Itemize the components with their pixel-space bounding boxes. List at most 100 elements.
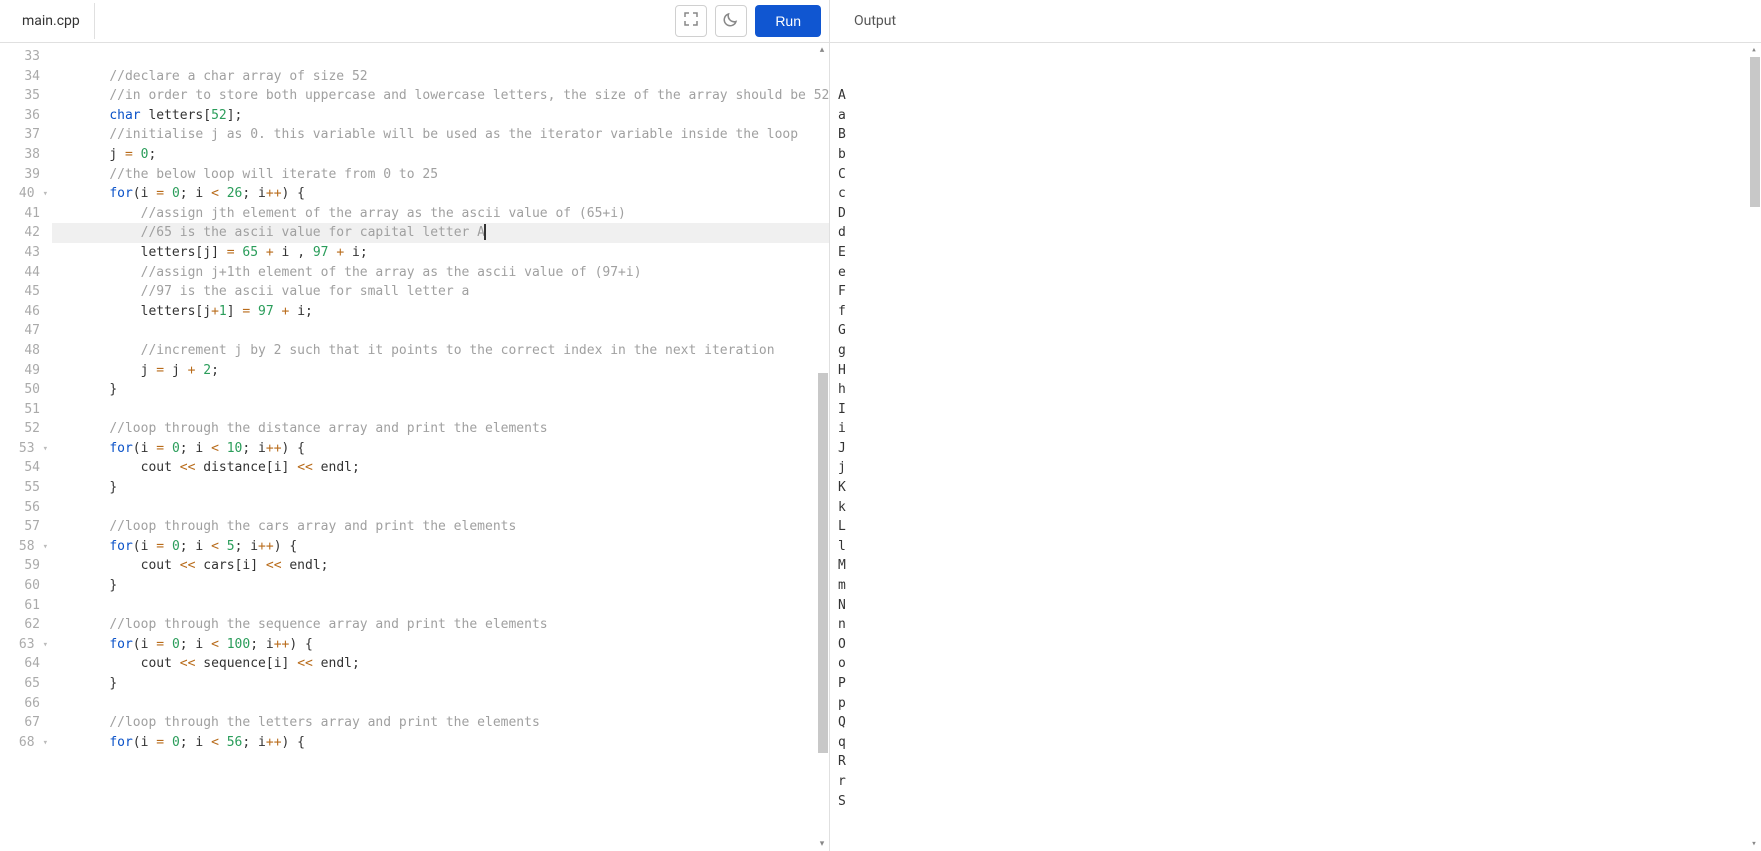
output-line: R	[838, 752, 1753, 772]
line-number: 62	[0, 615, 40, 635]
editor-panel: main.cpp Run 333435363738394041424344454…	[0, 0, 830, 851]
scroll-down-icon[interactable]: ▾	[1749, 839, 1759, 849]
code-line[interactable]	[52, 321, 829, 341]
code-line[interactable]: //in order to store both uppercase and l…	[52, 86, 829, 106]
output-line: I	[838, 400, 1753, 420]
output-line: r	[838, 772, 1753, 792]
code-line[interactable]: for(i = 0; i < 5; i++) {	[52, 537, 829, 557]
line-number: 50	[0, 380, 40, 400]
code-line[interactable]: //loop through the sequence array and pr…	[52, 615, 829, 635]
editor-scrollbar-thumb[interactable]	[818, 373, 828, 753]
output-line: b	[838, 145, 1753, 165]
text-cursor	[484, 224, 486, 240]
output-line: d	[838, 223, 1753, 243]
line-number-gutter: 3334353637383940414243444546474849505152…	[0, 43, 52, 851]
output-line: p	[838, 694, 1753, 714]
code-line[interactable]	[52, 694, 829, 714]
code-line[interactable]: //declare a char array of size 52	[52, 67, 829, 87]
output-scrollbar-thumb[interactable]	[1750, 57, 1760, 207]
code-line[interactable]: //initialise j as 0. this variable will …	[52, 125, 829, 145]
code-line[interactable]: //loop through the distance array and pr…	[52, 419, 829, 439]
app-container: main.cpp Run 333435363738394041424344454…	[0, 0, 1761, 851]
output-line: F	[838, 282, 1753, 302]
output-line: E	[838, 243, 1753, 263]
code-line[interactable]: //65 is the ascii value for capital lett…	[52, 223, 829, 243]
code-line[interactable]: //loop through the cars array and print …	[52, 517, 829, 537]
line-number: 43	[0, 243, 40, 263]
line-number: 68	[0, 733, 40, 753]
code-line[interactable]	[52, 498, 829, 518]
line-number: 65	[0, 674, 40, 694]
output-line: H	[838, 361, 1753, 381]
line-number: 61	[0, 596, 40, 616]
line-number: 60	[0, 576, 40, 596]
output-scrollbar[interactable]: ▴ ▾	[1747, 43, 1761, 851]
editor-scrollbar[interactable]: ▴ ▾	[815, 43, 829, 851]
code-line[interactable]: cout << sequence[i] << endl;	[52, 654, 829, 674]
code-line[interactable]: //increment j by 2 such that it points t…	[52, 341, 829, 361]
output-line: P	[838, 674, 1753, 694]
file-tab[interactable]: main.cpp	[8, 3, 95, 39]
output-line: e	[838, 263, 1753, 283]
output-title: Output	[838, 2, 912, 40]
scroll-up-icon[interactable]: ▴	[1749, 45, 1759, 55]
line-number: 39	[0, 165, 40, 185]
output-line: j	[838, 458, 1753, 478]
scroll-down-icon[interactable]: ▾	[817, 839, 827, 849]
code-line[interactable]	[52, 596, 829, 616]
output-line: c	[838, 184, 1753, 204]
code-line[interactable]: for(i = 0; i < 26; i++) {	[52, 184, 829, 204]
output-content[interactable]: AaBbCcDdEeFfGgHhIiJjKkLlMmNnOoPpQqRrS ▴ …	[830, 43, 1761, 851]
code-content[interactable]: //declare a char array of size 52 //in o…	[52, 43, 829, 851]
output-line: B	[838, 125, 1753, 145]
output-panel: Output AaBbCcDdEeFfGgHhIiJjKkLlMmNnOoPpQ…	[830, 0, 1761, 851]
code-line[interactable]: }	[52, 674, 829, 694]
code-line[interactable]: letters[j] = 65 + i , 97 + i;	[52, 243, 829, 263]
code-line[interactable]: for(i = 0; i < 100; i++) {	[52, 635, 829, 655]
scroll-up-icon[interactable]: ▴	[817, 45, 827, 55]
line-number: 37	[0, 125, 40, 145]
output-line: A	[838, 86, 1753, 106]
code-line[interactable]	[52, 47, 829, 67]
code-line[interactable]: //assign j+1th element of the array as t…	[52, 263, 829, 283]
line-number: 58	[0, 537, 40, 557]
code-line[interactable]: letters[j+1] = 97 + i;	[52, 302, 829, 322]
code-line[interactable]: }	[52, 478, 829, 498]
code-line[interactable]	[52, 400, 829, 420]
moon-icon	[723, 11, 739, 31]
code-line[interactable]: }	[52, 380, 829, 400]
line-number: 46	[0, 302, 40, 322]
output-line: N	[838, 596, 1753, 616]
output-line: O	[838, 635, 1753, 655]
output-line: o	[838, 654, 1753, 674]
editor-header: main.cpp Run	[0, 0, 829, 43]
fullscreen-button[interactable]	[675, 5, 707, 37]
code-line[interactable]: cout << distance[i] << endl;	[52, 458, 829, 478]
code-line[interactable]: cout << cars[i] << endl;	[52, 556, 829, 576]
output-line: h	[838, 380, 1753, 400]
theme-toggle-button[interactable]	[715, 5, 747, 37]
line-number: 34	[0, 67, 40, 87]
line-number: 47	[0, 321, 40, 341]
code-line[interactable]: //assign jth element of the array as the…	[52, 204, 829, 224]
code-line[interactable]: j = 0;	[52, 145, 829, 165]
output-line: K	[838, 478, 1753, 498]
code-line[interactable]: //loop through the letters array and pri…	[52, 713, 829, 733]
line-number: 67	[0, 713, 40, 733]
line-number: 64	[0, 654, 40, 674]
code-line[interactable]: for(i = 0; i < 10; i++) {	[52, 439, 829, 459]
code-line[interactable]: //97 is the ascii value for small letter…	[52, 282, 829, 302]
line-number: 54	[0, 458, 40, 478]
code-line[interactable]: char letters[52];	[52, 106, 829, 126]
output-line: C	[838, 165, 1753, 185]
run-button[interactable]: Run	[755, 5, 821, 37]
output-line: G	[838, 321, 1753, 341]
code-editor[interactable]: 3334353637383940414243444546474849505152…	[0, 43, 829, 851]
code-line[interactable]: for(i = 0; i < 56; i++) {	[52, 733, 829, 753]
output-line: n	[838, 615, 1753, 635]
line-number: 52	[0, 419, 40, 439]
code-line[interactable]: j = j + 2;	[52, 361, 829, 381]
code-line[interactable]: }	[52, 576, 829, 596]
output-line: i	[838, 419, 1753, 439]
code-line[interactable]: //the below loop will iterate from 0 to …	[52, 165, 829, 185]
